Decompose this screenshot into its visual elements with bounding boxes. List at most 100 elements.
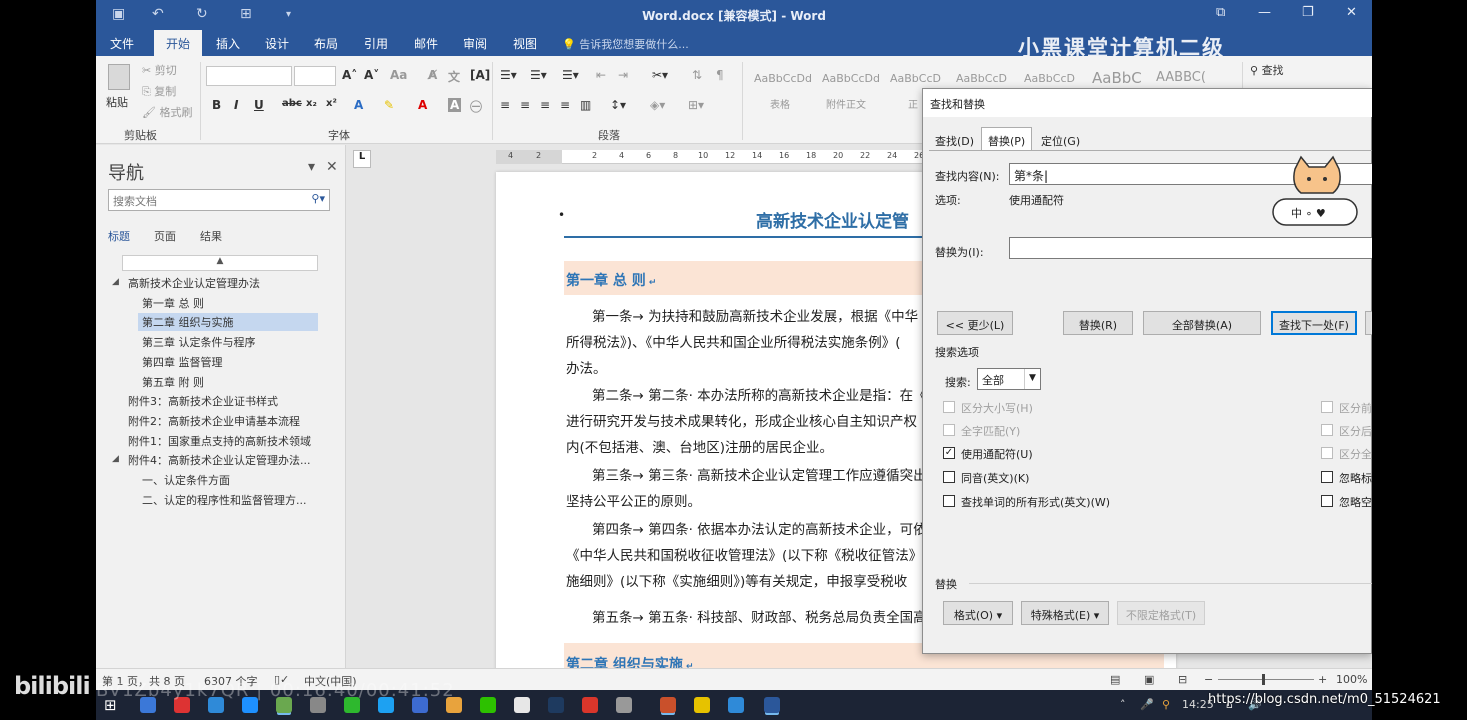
search-tray-icon[interactable]: ⚲ — [1162, 698, 1170, 711]
decrease-indent-icon[interactable]: ⇤ — [596, 68, 606, 82]
format-button[interactable]: 格式(O) ▾ — [943, 601, 1013, 625]
phonetic-icon[interactable]: 文 — [448, 68, 460, 85]
nav-tab-results[interactable]: 结果 — [200, 228, 222, 244]
style-sample[interactable]: AaBbCcD — [1024, 72, 1075, 85]
match-prefix-checkbox[interactable] — [1321, 401, 1333, 413]
nav-close-icon[interactable]: ✕ — [326, 159, 338, 175]
char-border-icon[interactable]: [A] — [470, 68, 490, 82]
tab-selector[interactable]: L — [353, 150, 371, 168]
find-button[interactable]: ⚲ 查找 — [1250, 62, 1284, 78]
paste-icon[interactable] — [108, 64, 130, 90]
print-layout-icon[interactable]: ▣ — [1144, 673, 1154, 686]
clear-format-icon[interactable]: A̸ — [428, 68, 437, 82]
special-button[interactable]: 特殊格式(E) ▾ — [1021, 601, 1109, 625]
search-icon[interactable]: ⚲▾ — [311, 192, 325, 205]
ignore-punct-checkbox[interactable] — [1321, 471, 1333, 483]
copy-button[interactable]: ⎘ 复制 — [142, 83, 176, 99]
cancel-button[interactable] — [1365, 311, 1372, 335]
tab-view[interactable]: 视图 — [513, 35, 537, 52]
cut-button[interactable]: ✂ 剪切 — [142, 62, 177, 78]
nav-heading-item[interactable]: 高新技术企业认定管理办法 — [128, 275, 260, 291]
collapse-icon[interactable]: ◢ — [112, 277, 119, 287]
tab-find[interactable]: 查找(D) — [935, 133, 974, 149]
zoom-slider-thumb[interactable] — [1262, 674, 1265, 685]
style-sample[interactable]: AABBC( — [1156, 70, 1206, 85]
wechat-icon[interactable] — [480, 697, 496, 713]
char-shading-icon[interactable]: A — [448, 98, 462, 112]
justify-icon[interactable]: ≡ — [560, 98, 570, 112]
zoom-slider[interactable] — [1218, 679, 1314, 680]
tab-review[interactable]: 审阅 — [463, 35, 487, 52]
increase-indent-icon[interactable]: ⇥ — [618, 68, 628, 82]
tab-design[interactable]: 设计 — [265, 35, 289, 52]
replace-all-button[interactable]: 全部替换(A) — [1143, 311, 1261, 335]
numbering-icon[interactable]: ☰▾ — [530, 68, 547, 82]
close-icon[interactable]: ✕ — [1346, 5, 1357, 20]
bold-icon[interactable]: B — [212, 98, 221, 112]
match-suffix-checkbox[interactable] — [1321, 424, 1333, 436]
align-left-icon[interactable]: ≡ — [500, 98, 510, 112]
enclose-char-icon[interactable]: ㊀ — [470, 98, 482, 115]
distribute-icon[interactable]: ▥ — [580, 98, 591, 112]
whole-word-checkbox[interactable] — [943, 424, 955, 436]
align-center-icon[interactable]: ≡ — [520, 98, 530, 112]
underline-icon[interactable]: U — [254, 98, 264, 112]
match-width-checkbox[interactable] — [1321, 447, 1333, 459]
font-color-icon[interactable]: A — [418, 98, 427, 112]
align-right-icon[interactable]: ≡ — [540, 98, 550, 112]
tab-goto[interactable]: 定位(G) — [1041, 133, 1080, 149]
zoom-out-icon[interactable]: − — [1204, 673, 1213, 686]
ribbon-display-icon[interactable]: ⧉ — [1216, 5, 1225, 20]
zoom-level[interactable]: 100% — [1336, 673, 1367, 686]
nav-tab-pages[interactable]: 页面 — [154, 228, 176, 244]
line-spacing-icon[interactable]: ↕▾ — [610, 98, 626, 112]
app-icon[interactable] — [582, 697, 598, 713]
ignore-space-checkbox[interactable] — [1321, 495, 1333, 507]
tab-layout[interactable]: 布局 — [314, 35, 338, 52]
less-button[interactable]: << 更少(L) — [937, 311, 1013, 335]
nav-options-icon[interactable]: ▾ — [308, 159, 315, 175]
photoshop-icon[interactable] — [548, 697, 564, 713]
font-size-box[interactable] — [294, 66, 336, 86]
nav-heading-item[interactable]: 第四章 监督管理 — [142, 354, 223, 370]
multilevel-list-icon[interactable]: ☰▾ — [562, 68, 579, 82]
tab-replace[interactable]: 替换(P) — [981, 127, 1033, 151]
read-mode-icon[interactable]: ▤ — [1110, 673, 1120, 686]
tab-file[interactable]: 文件 — [110, 35, 134, 52]
text-effects-icon[interactable]: A — [354, 98, 363, 112]
app-icon[interactable] — [514, 697, 530, 713]
web-layout-icon[interactable]: ⊟ — [1178, 673, 1187, 686]
show-marks-icon[interactable]: ¶ — [716, 68, 724, 82]
chinese-layout-icon[interactable]: ✂▾ — [652, 68, 668, 82]
nav-heading-item[interactable]: 附件2：高新技术企业申请基本流程 — [128, 413, 300, 429]
zoom-in-icon[interactable]: + — [1318, 673, 1327, 686]
nav-heading-item-selected[interactable]: 第二章 组织与实施 — [138, 313, 318, 331]
dialog-titlebar[interactable]: 查找和替换 — [923, 89, 1372, 117]
bullets-icon[interactable]: ☰▾ — [500, 68, 517, 82]
tab-references[interactable]: 引用 — [364, 35, 388, 52]
style-sample[interactable]: AaBbCcDd — [822, 72, 880, 85]
superscript-icon[interactable]: x² — [326, 98, 337, 109]
restore-icon[interactable]: ❐ — [1302, 5, 1314, 20]
replace-input[interactable] — [1009, 237, 1372, 259]
highlight-icon[interactable]: ✎ — [384, 98, 394, 112]
shading-icon[interactable]: ◈▾ — [650, 98, 665, 112]
nav-heading-item[interactable]: 第五章 附 则 — [142, 374, 204, 390]
nav-heading-item[interactable]: 第一章 总 则 — [142, 295, 204, 311]
nav-scroll-up[interactable]: ▲ — [122, 255, 318, 271]
folder-icon[interactable] — [694, 697, 710, 713]
app-icon[interactable] — [728, 697, 744, 713]
nav-tab-headings[interactable]: 标题 — [108, 228, 130, 244]
tab-mailings[interactable]: 邮件 — [414, 35, 438, 52]
tell-me-box[interactable]: 💡 告诉我您想要做什么... — [562, 36, 689, 52]
grow-font-icon[interactable]: A˄ — [342, 68, 357, 82]
search-direction-select[interactable]: 全部 ▼ — [977, 368, 1041, 390]
change-case-icon[interactable]: Aa — [390, 68, 407, 82]
tray-chevron-icon[interactable]: ˄ — [1120, 698, 1126, 711]
nav-search-input[interactable]: 搜索文档 ⚲▾ — [108, 189, 330, 211]
style-sample[interactable]: AaBbCcD — [956, 72, 1007, 85]
all-word-forms-checkbox[interactable] — [943, 495, 955, 507]
collapse-icon[interactable]: ◢ — [112, 454, 119, 464]
strikethrough-icon[interactable]: abc — [282, 98, 302, 109]
powerpoint-icon[interactable] — [660, 697, 676, 713]
